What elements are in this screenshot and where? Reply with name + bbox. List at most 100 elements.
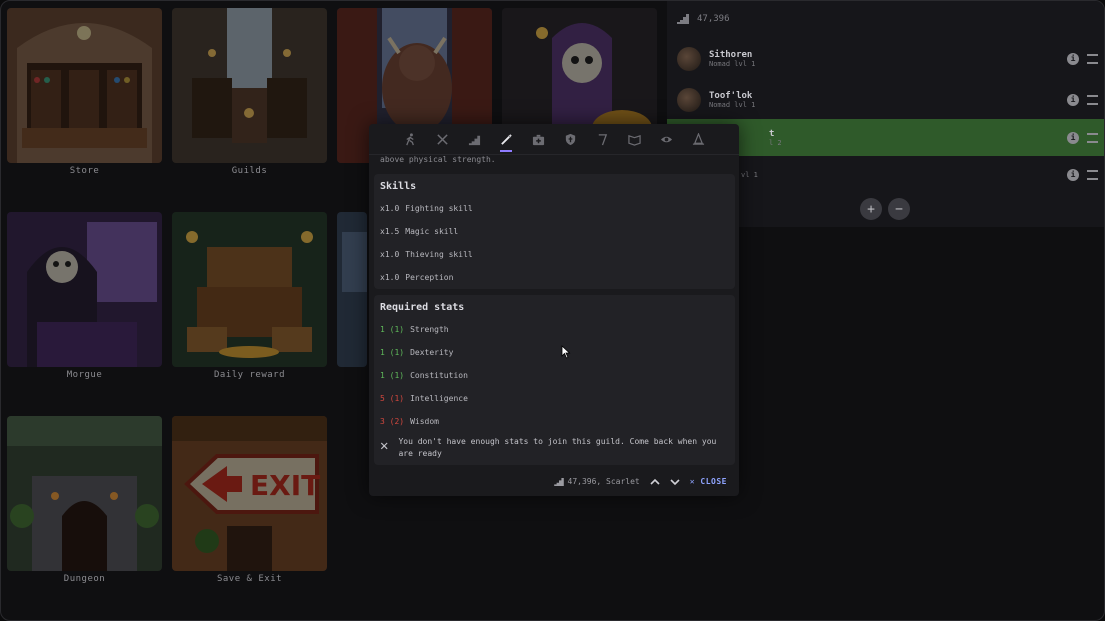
skill-line: x1.0 Perception: [380, 273, 453, 282]
guild-modal: above physical strength. Skills x1.0 Fig…: [369, 124, 739, 496]
tab-paladin[interactable]: [554, 124, 586, 154]
skill-name: Magic skill: [405, 227, 459, 236]
tab-healer[interactable]: [522, 124, 554, 154]
tab-fighter[interactable]: [394, 124, 426, 154]
stat-line: 1 (1) Dexterity: [380, 348, 453, 357]
party-member-row[interactable]: Toof'lok Nomad lvl 1 i: [667, 81, 1104, 118]
skill-multiplier: x1.0: [380, 273, 400, 282]
party-member-row[interactable]: Sithoren Nomad lvl 1 i: [667, 40, 1104, 77]
stairs-icon: [553, 477, 564, 486]
daily-reward-tile[interactable]: Daily reward: [172, 212, 327, 380]
tab-rogue[interactable]: [586, 124, 618, 154]
stat-value: 3 (2): [380, 417, 405, 426]
guilds-artwork: [172, 8, 327, 163]
skills-card: Skills x1.0 Fighting skill x1.5 Magic sk…: [374, 174, 735, 289]
tab-warrior[interactable]: [426, 124, 458, 154]
dungeon-artwork: [7, 416, 162, 571]
exit-sign-artwork: EXIT: [172, 416, 327, 571]
chevron-up-icon[interactable]: [650, 478, 660, 486]
stat-line: 5 (1) Intelligence: [380, 394, 468, 403]
drag-handle-icon[interactable]: [1087, 169, 1098, 180]
stat-line: 3 (2) Wisdom: [380, 417, 439, 426]
stat-line: 1 (1) Constitution: [380, 371, 468, 380]
tab-scholar[interactable]: [618, 124, 650, 154]
save-exit-tile[interactable]: EXIT Save & Exit: [172, 416, 327, 584]
info-icon[interactable]: i: [1067, 168, 1079, 181]
shield-icon: [565, 133, 575, 145]
close-label: CLOSE: [700, 477, 727, 486]
warning-text: You don't have enough stats to join this…: [398, 437, 717, 458]
game-screen: Store Guilds Morgue Daily reward Dungeon…: [0, 0, 1105, 621]
member-name: t: [769, 128, 775, 139]
skill-multiplier: x1.5: [380, 227, 400, 236]
treasure-chests-artwork: [172, 212, 327, 367]
chevron-down-icon[interactable]: [670, 478, 680, 486]
dagger-icon: [598, 133, 607, 145]
tab-mage[interactable]: [490, 124, 522, 154]
required-stats-title: Required stats: [380, 302, 465, 313]
member-class-level: l 2: [769, 138, 782, 147]
member-name: Sithoren: [709, 49, 753, 60]
daily-reward-label: Daily reward: [213, 370, 286, 380]
party-gold: 47,396: [697, 14, 730, 24]
book-search-icon: [627, 134, 641, 146]
store-label: Store: [69, 166, 100, 176]
magic-wand-icon: [500, 133, 512, 145]
stairs-icon: [677, 14, 689, 24]
mouse-cursor-icon: [561, 345, 571, 359]
stairs-icon: [468, 135, 480, 145]
close-button[interactable]: ✕ CLOSE: [690, 477, 727, 486]
close-icon: ✕: [689, 477, 696, 486]
morgue-tile[interactable]: Morgue: [7, 212, 162, 380]
skill-line: x1.0 Thieving skill: [380, 250, 473, 259]
drag-handle-icon[interactable]: [1087, 53, 1098, 64]
store-tile[interactable]: Store: [7, 8, 162, 176]
avatar: [677, 87, 701, 112]
add-member-button[interactable]: +: [860, 198, 882, 220]
wizard-hat-icon: [692, 132, 704, 145]
eye-icon: [660, 136, 672, 142]
stat-line: 1 (1) Strength: [380, 325, 449, 334]
guilds-tile[interactable]: Guilds: [172, 8, 327, 176]
drag-handle-icon[interactable]: [1087, 94, 1098, 105]
stat-name: Intelligence: [410, 394, 468, 403]
hidden-tile[interactable]: [337, 212, 367, 367]
member-class-level: Nomad lvl 1: [709, 59, 756, 68]
drag-handle-icon[interactable]: [1087, 132, 1098, 143]
tab-seer[interactable]: [650, 124, 682, 154]
skill-line: x1.0 Fighting skill: [380, 204, 473, 213]
save-exit-label: Save & Exit: [216, 574, 283, 584]
morgue-label: Morgue: [66, 370, 103, 380]
stat-value: 1 (1): [380, 371, 405, 380]
player-indicator: 47,396, Scarlet: [553, 477, 640, 486]
stat-name: Dexterity: [410, 348, 454, 357]
medkit-icon: [532, 134, 544, 145]
stat-value: 5 (1): [380, 394, 405, 403]
running-figure-icon: [405, 132, 414, 145]
stat-name: Strength: [410, 325, 449, 334]
skill-name: Fighting skill: [405, 204, 473, 213]
guild-tabs: [369, 124, 739, 155]
tab-wizard[interactable]: [682, 124, 714, 154]
remove-member-button[interactable]: −: [888, 198, 910, 220]
skill-multiplier: x1.0: [380, 204, 400, 213]
info-icon[interactable]: i: [1067, 93, 1079, 106]
guilds-label: Guilds: [231, 166, 268, 176]
player-summary: 47,396, Scarlet: [567, 477, 640, 486]
member-class-level: Nomad lvl 1: [709, 100, 756, 109]
stat-value: 1 (1): [380, 348, 405, 357]
exit-sign-text: EXIT: [250, 469, 320, 502]
dungeon-tile[interactable]: Dungeon: [7, 416, 162, 584]
modal-footer: 47,396, Scarlet ✕ CLOSE: [553, 477, 728, 486]
tab-climber[interactable]: [458, 124, 490, 154]
stat-name: Constitution: [410, 371, 468, 380]
info-icon[interactable]: i: [1067, 52, 1079, 65]
skill-line: x1.5 Magic skill: [380, 227, 458, 236]
info-icon[interactable]: i: [1067, 131, 1079, 144]
required-stats-card: Required stats 1 (1) Strength 1 (1) Dext…: [374, 295, 735, 465]
skill-name: Perception: [405, 273, 454, 282]
stat-name: Wisdom: [410, 417, 439, 426]
skills-title: Skills: [380, 181, 417, 192]
close-icon: ✕: [380, 438, 389, 454]
skill-multiplier: x1.0: [380, 250, 400, 259]
